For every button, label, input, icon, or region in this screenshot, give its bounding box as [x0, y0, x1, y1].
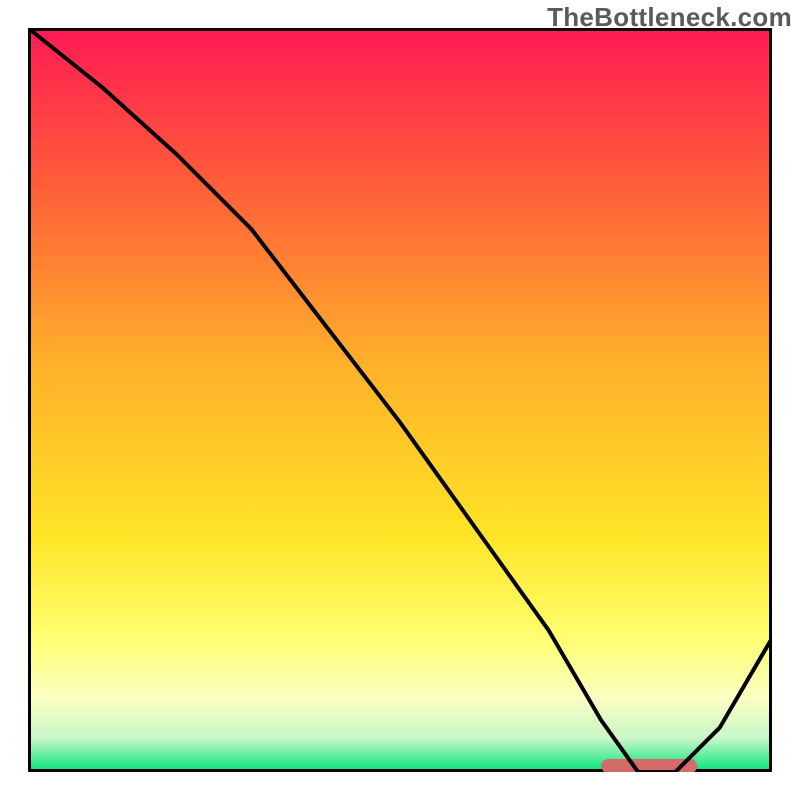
chart-svg [28, 28, 772, 772]
chart-background [28, 28, 772, 772]
bottleneck-chart [28, 28, 772, 772]
chart-stage: TheBottleneck.com [0, 0, 800, 800]
